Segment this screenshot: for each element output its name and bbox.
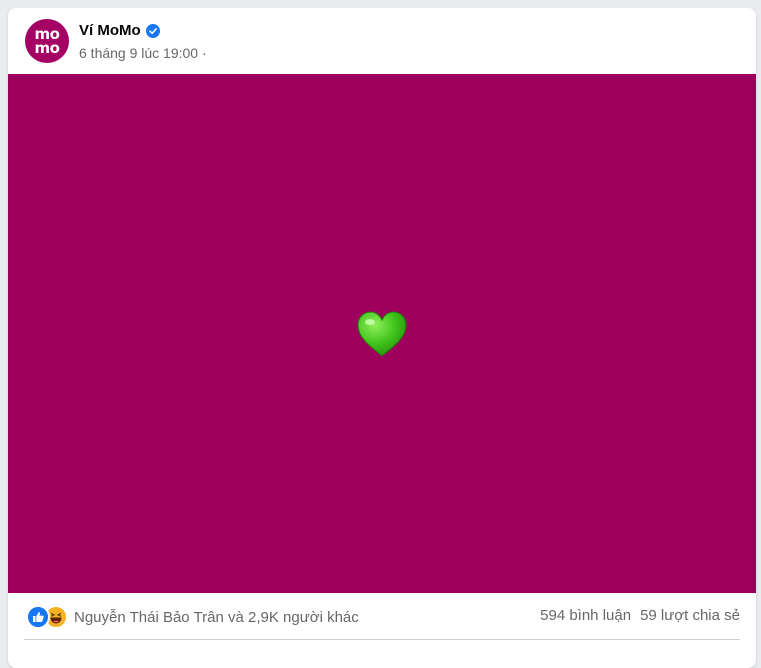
meta-separator: · [202, 45, 207, 61]
verified-badge-icon [145, 23, 160, 38]
page-name-link[interactable]: Ví MoMo [79, 22, 160, 39]
post-header: mo mo Ví MoMo 6 tháng 9 lúc 19:00 · [8, 8, 756, 74]
green-heart-icon [357, 310, 407, 357]
reaction-count-text: Nguyễn Thái Bảo Trân và 2,9K người khác [74, 608, 359, 626]
reactions-summary[interactable]: Nguyễn Thái Bảo Trân và 2,9K người khác [26, 605, 359, 629]
post-footer: Nguyễn Thái Bảo Trân và 2,9K người khác … [24, 593, 740, 640]
share-count-link[interactable]: 59 lượt chia sẻ [640, 607, 740, 624]
page-avatar[interactable]: mo mo [25, 19, 69, 63]
comment-count-link[interactable]: 594 bình luận [540, 607, 631, 624]
post-meta: 6 tháng 9 lúc 19:00 · [79, 45, 207, 61]
avatar-logo-text-bottom: mo [34, 39, 60, 57]
post-timestamp[interactable]: 6 tháng 9 lúc 19:00 [79, 45, 198, 61]
post-card: mo mo Ví MoMo 6 tháng 9 lúc 19:00 · Nguy… [8, 8, 756, 668]
post-media[interactable] [8, 74, 756, 593]
post-stats: 594 bình luận 59 lượt chia sẻ [540, 607, 740, 624]
like-icon [26, 605, 50, 629]
page-name: Ví MoMo [79, 22, 141, 39]
